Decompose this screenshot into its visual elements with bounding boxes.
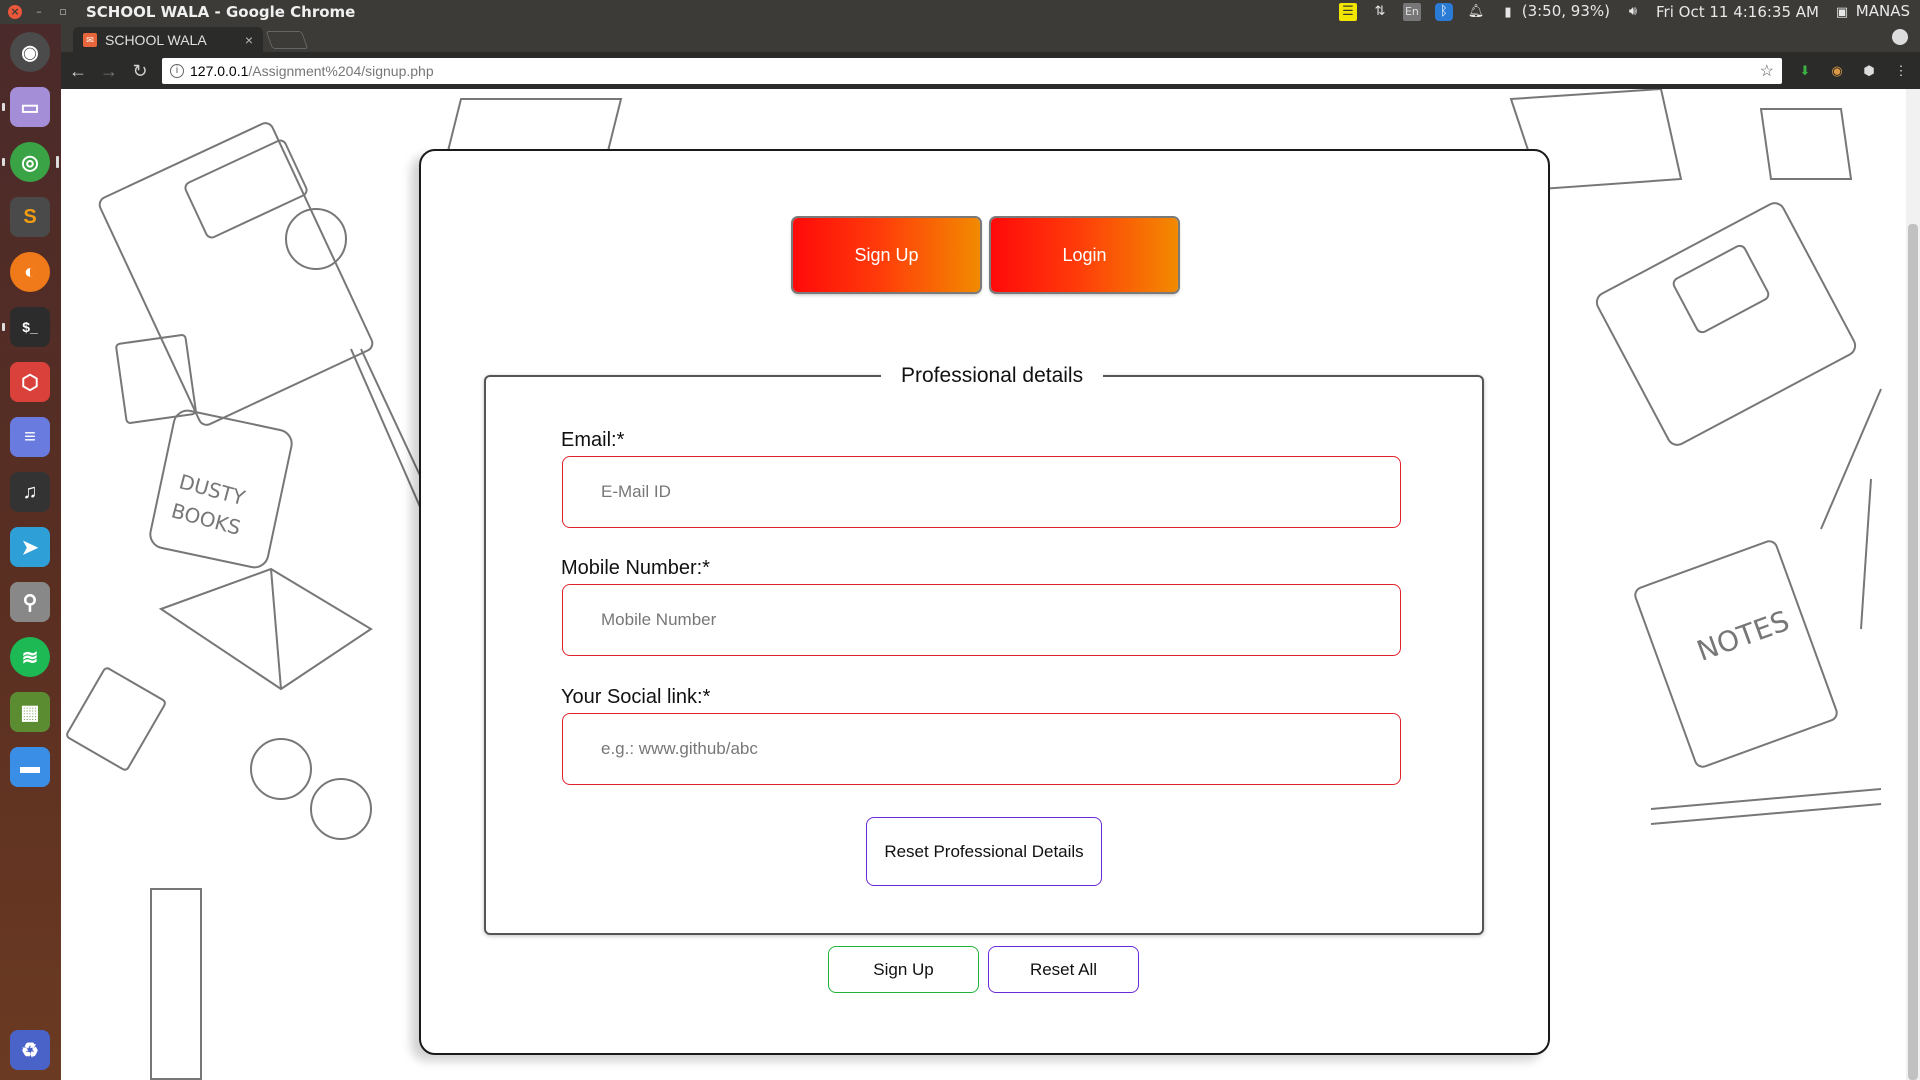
network-icon[interactable]: ⇅: [1371, 3, 1389, 21]
fieldset-legend: Professional details: [881, 364, 1104, 388]
email-label: Email:*: [561, 429, 625, 451]
tab-close-icon[interactable]: ×: [245, 32, 253, 48]
telegram-icon[interactable]: ➤: [10, 527, 50, 567]
user-menu[interactable]: ▣ MANAS: [1833, 2, 1910, 22]
signup-toggle-button[interactable]: Sign Up: [793, 218, 980, 292]
email-input[interactable]: [562, 456, 1401, 528]
new-tab-button[interactable]: [265, 31, 309, 49]
social-link-input[interactable]: [562, 713, 1401, 785]
files-icon[interactable]: ▭: [10, 87, 50, 127]
signup-card: Sign Up Login Professional details Email…: [419, 149, 1550, 1055]
tab-school-wala[interactable]: ✉ SCHOOL WALA ×: [73, 27, 263, 52]
professional-details-fieldset: Professional details Email:* Mobile Numb…: [484, 364, 1484, 935]
window-minimize-icon[interactable]: –: [32, 5, 46, 19]
battery-icon: ▮: [1504, 5, 1512, 20]
bookmark-star-icon[interactable]: ☆: [1760, 61, 1774, 81]
reset-professional-details-button[interactable]: Reset Professional Details: [866, 817, 1102, 886]
notes-icon[interactable]: ☰: [1338, 3, 1357, 21]
spotify-icon[interactable]: ≋: [10, 637, 50, 677]
back-arrow-icon[interactable]: ←: [64, 57, 92, 85]
ubuntu-icon[interactable]: ◉: [10, 32, 50, 72]
running-indicator: [2, 103, 5, 111]
browser-toolbar: ← → ↻ i 127.0.0.1/Assignment%204/signup.…: [61, 52, 1920, 89]
url-path: /Assignment%204/signup.php: [248, 62, 434, 79]
volume-icon[interactable]: 🔊︎: [1624, 3, 1642, 21]
window-controls: × – ▫: [0, 5, 86, 19]
text-editor-icon[interactable]: ≡: [10, 417, 50, 457]
extension-icon[interactable]: ⬢: [1860, 62, 1878, 80]
page-scrollbar[interactable]: [1906, 89, 1920, 1080]
unity-launcher: ◉ ▭ ◎ S ◐ $_ ⬡ ≡ ♫ ➤ ⚲ ≋ ▦ ▬ ♻: [0, 24, 61, 1080]
music-icon[interactable]: ♫: [10, 472, 50, 512]
minecraft-icon[interactable]: ▦: [10, 692, 50, 732]
browser-tab-bar: ✉ SCHOOL WALA ×: [61, 24, 1920, 52]
usb-icon[interactable]: ⚲: [10, 582, 50, 622]
download-extension-icon[interactable]: ⬇: [1796, 62, 1814, 80]
reset-all-button[interactable]: Reset All: [988, 946, 1139, 993]
clock[interactable]: Fri Oct 11 4:16:35 AM: [1656, 3, 1819, 21]
system-top-panel: × – ▫ SCHOOL WALA - Google Chrome ☰ ⇅ En…: [0, 0, 1920, 24]
social-link-label: Your Social link:*: [561, 686, 711, 708]
favicon-icon: ✉: [83, 32, 97, 47]
profile-icon[interactable]: [1892, 29, 1908, 45]
address-bar[interactable]: i 127.0.0.1/Assignment%204/signup.php ☆: [162, 57, 1782, 84]
bluetooth-icon[interactable]: ᛒ: [1434, 3, 1453, 21]
page-viewport: DUSTY BOOKS NOTES Sign Up Login Professi…: [61, 89, 1920, 1080]
running-indicator: [2, 158, 5, 166]
window-title: SCHOOL WALA - Google Chrome: [86, 3, 356, 21]
reload-icon[interactable]: ↻: [126, 57, 154, 85]
battery-status[interactable]: ▮ (3:50, 93%): [1499, 2, 1610, 22]
svg-text:NOTES: NOTES: [1693, 604, 1794, 668]
terminal-icon[interactable]: $_: [10, 307, 50, 347]
extension-icon[interactable]: ◉: [1828, 62, 1846, 80]
trash-icon[interactable]: ♻: [10, 1030, 50, 1070]
forward-arrow-icon[interactable]: →: [95, 57, 123, 85]
window-maximize-icon[interactable]: ▫: [56, 5, 70, 19]
notification-bell-icon[interactable]: 🔔︎: [1467, 3, 1485, 21]
keyboard-layout[interactable]: En: [1402, 3, 1421, 21]
url-host: 127.0.0.1: [190, 62, 249, 79]
system-tray: ☰ ⇅ En ᛒ 🔔︎ ▮ (3:50, 93%) 🔊︎ Fri Oct 11 …: [1338, 2, 1920, 22]
app-icon[interactable]: ⬡: [10, 362, 50, 402]
scrollbar-thumb[interactable]: [1908, 224, 1918, 1080]
window-close-icon[interactable]: ×: [8, 5, 22, 19]
sublime-icon[interactable]: S: [10, 197, 50, 237]
folder-icon[interactable]: ▬: [10, 747, 50, 787]
info-icon[interactable]: i: [170, 63, 184, 78]
firefox-icon[interactable]: ◐: [10, 252, 50, 292]
running-indicator: [2, 323, 5, 331]
mobile-input[interactable]: [562, 584, 1401, 656]
menu-dots-icon[interactable]: ⋮: [1892, 62, 1910, 80]
mobile-label: Mobile Number:*: [561, 557, 710, 579]
tab-title: SCHOOL WALA: [105, 31, 207, 48]
login-toggle-button[interactable]: Login: [991, 218, 1178, 292]
signup-submit-button[interactable]: Sign Up: [828, 946, 979, 993]
user-icon: ▣: [1835, 5, 1849, 20]
chrome-icon[interactable]: ◎: [10, 142, 50, 182]
focused-indicator: [56, 156, 59, 168]
